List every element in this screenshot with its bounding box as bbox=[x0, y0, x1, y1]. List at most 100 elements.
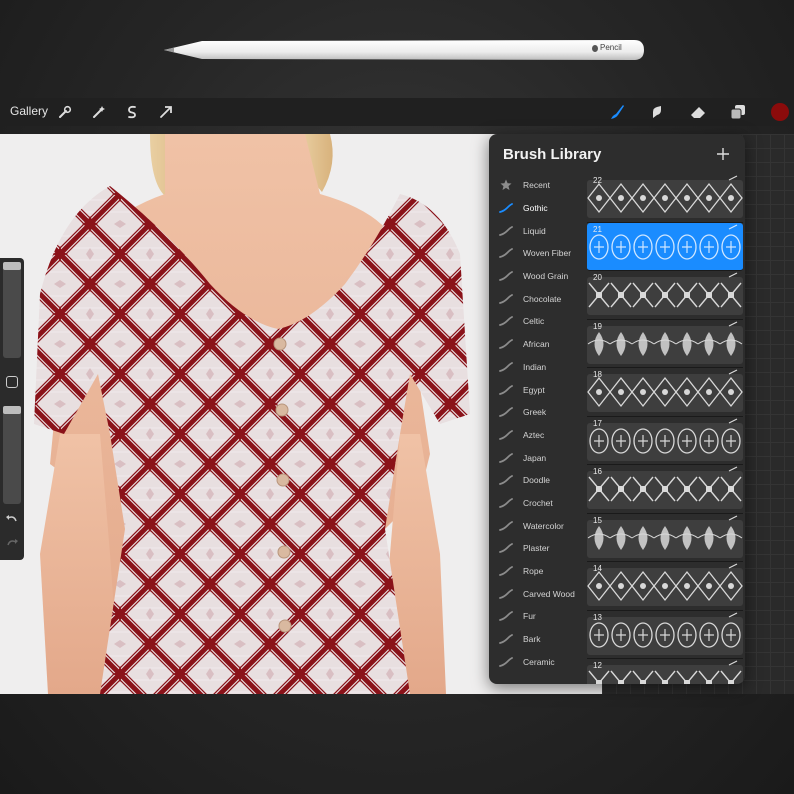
brush-number: 18 bbox=[593, 370, 602, 379]
apple-logo-icon bbox=[592, 45, 598, 52]
brush-set-watercolor[interactable]: Watercolor bbox=[489, 514, 585, 537]
brush-stroke-preview bbox=[589, 223, 741, 260]
brush-thumbnail[interactable]: 18 bbox=[587, 368, 743, 417]
brush-thumbnail[interactable]: 20 bbox=[587, 271, 743, 320]
brush-set-rope[interactable]: Rope bbox=[489, 560, 585, 583]
brush-set-label: Crochet bbox=[523, 497, 553, 508]
brush-set-plaster[interactable]: Plaster bbox=[489, 537, 585, 560]
brush-stroke-icon bbox=[489, 634, 523, 644]
brush-set-fur[interactable]: Fur bbox=[489, 605, 585, 628]
undo-icon[interactable] bbox=[4, 512, 20, 528]
brush-number: 15 bbox=[593, 515, 602, 525]
brush-set-label: Greek bbox=[523, 407, 547, 418]
brush-set-aztec[interactable]: Aztec bbox=[489, 424, 585, 447]
brush-set-carved-wood[interactable]: Carved Wood bbox=[489, 582, 585, 605]
redo-icon[interactable] bbox=[4, 536, 20, 552]
brush-icon[interactable] bbox=[607, 102, 627, 122]
modify-button-icon[interactable] bbox=[6, 376, 18, 388]
brush-set-label: Gothic bbox=[523, 203, 548, 214]
brush-stroke-icon bbox=[489, 407, 523, 418]
brush-stroke-icon bbox=[489, 248, 523, 259]
eraser-icon[interactable] bbox=[688, 102, 708, 122]
brush-set-label: Rope bbox=[523, 566, 544, 577]
layers-icon[interactable] bbox=[728, 102, 748, 122]
brush-set-label: African bbox=[523, 339, 550, 350]
brush-set-african[interactable]: African bbox=[489, 333, 585, 356]
brush-thumbnail[interactable]: 19 bbox=[587, 320, 743, 368]
brush-thumbnail[interactable]: 17 bbox=[587, 417, 743, 465]
brush-thumbnail[interactable]: 16 bbox=[587, 465, 743, 514]
brush-set-chocolate[interactable]: Chocolate bbox=[489, 287, 585, 310]
brush-set-liquid[interactable]: Liquid bbox=[489, 219, 585, 242]
brush-set-ceramic[interactable]: Ceramic bbox=[489, 650, 585, 673]
brush-stroke-icon bbox=[489, 203, 523, 213]
apple-pencil: Pencil bbox=[162, 36, 646, 64]
brush-number: 21 bbox=[593, 224, 602, 234]
brush-set-greek[interactable]: Greek bbox=[489, 401, 585, 424]
brush-stroke-icon bbox=[489, 452, 523, 463]
selection-s-icon[interactable] bbox=[122, 102, 142, 122]
left-sidebar bbox=[0, 258, 24, 560]
brush-number: 22 bbox=[593, 176, 602, 185]
wrench-icon[interactable] bbox=[55, 102, 75, 122]
gallery-button[interactable]: Gallery bbox=[10, 104, 48, 118]
brush-number: 12 bbox=[593, 661, 602, 670]
brush-thumbnail[interactable]: 22 bbox=[587, 174, 743, 223]
magic-wand-icon[interactable] bbox=[89, 102, 109, 122]
brush-stroke-preview bbox=[587, 320, 743, 364]
opacity-knob[interactable] bbox=[3, 406, 21, 414]
brush-number: 16 bbox=[593, 467, 602, 476]
transform-arrow-icon[interactable] bbox=[156, 102, 176, 122]
brush-stroke-icon bbox=[489, 293, 523, 304]
brush-thumbnail[interactable]: 21 bbox=[587, 222, 743, 271]
brush-set-label: Chocolate bbox=[523, 293, 562, 304]
brush-thumbnail[interactable]: 14 bbox=[587, 562, 743, 611]
top-toolbar: Gallery bbox=[0, 98, 794, 126]
star-icon bbox=[489, 179, 523, 191]
brush-thumbnail[interactable]: 13 bbox=[587, 611, 743, 659]
brush-set-label: Wood Grain bbox=[523, 271, 569, 282]
brush-size-slider[interactable] bbox=[3, 262, 21, 358]
brush-set-label: Plaster bbox=[523, 543, 550, 554]
brush-stroke-icon bbox=[489, 588, 523, 599]
brush-set-recent[interactable]: Recent bbox=[489, 174, 585, 197]
brush-size-knob[interactable] bbox=[3, 262, 21, 270]
smudge-icon[interactable] bbox=[647, 102, 667, 122]
brush-stroke-icon bbox=[489, 611, 523, 622]
brush-set-label: Indian bbox=[523, 361, 547, 372]
tablet-screen: Pencil Gallery Brush Library Recent Goth… bbox=[0, 0, 794, 794]
opacity-slider[interactable] bbox=[3, 406, 21, 504]
brush-number: 13 bbox=[593, 612, 602, 622]
brush-set-label: Bark bbox=[523, 634, 541, 645]
brush-set-celtic[interactable]: Celtic bbox=[489, 310, 585, 333]
brush-stroke-preview bbox=[587, 563, 743, 606]
brush-number: 14 bbox=[593, 564, 602, 573]
brush-stroke-icon bbox=[489, 475, 523, 486]
brush-set-gothic[interactable]: Gothic bbox=[489, 197, 585, 220]
brush-stroke-icon bbox=[489, 384, 523, 395]
brush-set-label: Doodle bbox=[523, 475, 550, 486]
brush-stroke-icon bbox=[489, 566, 523, 576]
brush-stroke-icon bbox=[489, 656, 523, 667]
brush-thumbnail[interactable]: 15 bbox=[587, 514, 743, 562]
brush-set-doodle[interactable]: Doodle bbox=[489, 469, 585, 492]
add-icon[interactable] bbox=[715, 146, 731, 162]
brush-set-label: Egypt bbox=[523, 384, 545, 395]
brush-stroke-preview bbox=[587, 175, 743, 218]
brush-set-list: Recent Gothic Liquid Woven Fiber Wood Grain C… bbox=[489, 174, 585, 673]
brush-library-title: Brush Library bbox=[503, 146, 602, 163]
brush-set-crochet[interactable]: Crochet bbox=[489, 492, 585, 515]
brush-set-bark[interactable]: Bark bbox=[489, 628, 585, 651]
brush-set-wood-grain[interactable]: Wood Grain bbox=[489, 265, 585, 288]
pencil-brand-label: Pencil bbox=[600, 43, 622, 52]
brush-set-label: Japan bbox=[523, 452, 547, 463]
brush-set-label: Celtic bbox=[523, 316, 545, 327]
brush-set-woven-fiber[interactable]: Woven Fiber bbox=[489, 242, 585, 265]
brush-set-japan[interactable]: Japan bbox=[489, 446, 585, 469]
brush-set-egypt[interactable]: Egypt bbox=[489, 378, 585, 401]
color-swatch-button[interactable] bbox=[771, 103, 789, 121]
brush-set-label: Liquid bbox=[523, 225, 546, 236]
brush-stroke-preview bbox=[587, 417, 743, 461]
brush-thumbnail[interactable]: 12 bbox=[587, 659, 743, 684]
brush-set-indian[interactable]: Indian bbox=[489, 356, 585, 379]
